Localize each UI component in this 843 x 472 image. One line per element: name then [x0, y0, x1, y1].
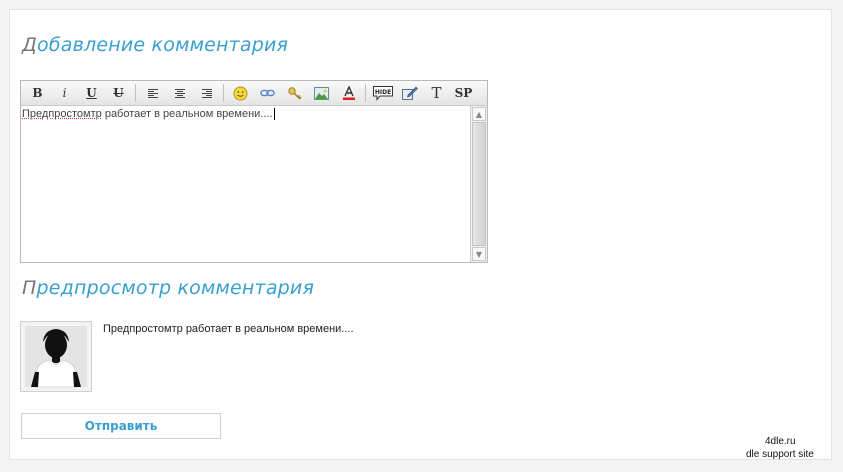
italic-button[interactable]: i: [51, 82, 78, 104]
submit-button[interactable]: Отправить: [21, 413, 221, 439]
hide-button[interactable]: HIDE: [369, 82, 396, 104]
toolbar-divider: [365, 84, 366, 102]
text-color-icon: [342, 86, 355, 100]
strikethrough-button[interactable]: U: [105, 82, 132, 104]
scroll-up-arrow-icon[interactable]: ▲: [472, 107, 486, 121]
text-caret: [273, 108, 275, 121]
align-right-button[interactable]: [193, 82, 220, 104]
text-color-button[interactable]: [335, 82, 362, 104]
svg-text:HIDE: HIDE: [374, 89, 390, 96]
smiley-icon: [233, 86, 248, 100]
align-right-icon: [201, 88, 212, 98]
underline-button[interactable]: U: [78, 82, 105, 104]
link-icon: [260, 89, 275, 97]
add-comment-heading: Добавление комментария: [22, 34, 289, 56]
link-button[interactable]: [254, 82, 281, 104]
smiley-button[interactable]: [227, 82, 254, 104]
comment-textarea[interactable]: Предпростомтр работает в реальном времен…: [21, 106, 470, 262]
watermark-tagline: dle support site: [746, 449, 814, 460]
toolbar-divider: [135, 84, 136, 102]
preview-heading: Предпросмотр комментария: [22, 277, 315, 299]
comment-editor: B i U U HIDE T SP Предпростомтр работает…: [20, 80, 488, 263]
align-center-button[interactable]: [166, 82, 193, 104]
pencil-note-icon: [401, 86, 418, 100]
preview-text: Предпростомтр работает в реальном времен…: [103, 323, 354, 335]
toolbar-divider: [223, 84, 224, 102]
align-left-button[interactable]: [139, 82, 166, 104]
avatar-silhouette-icon: [21, 322, 91, 391]
bold-button[interactable]: B: [24, 82, 51, 104]
code-button[interactable]: [281, 82, 308, 104]
key-icon: [288, 86, 302, 100]
scroll-down-arrow-icon[interactable]: ▼: [472, 247, 486, 261]
align-left-icon: [147, 88, 158, 98]
image-button[interactable]: [308, 82, 335, 104]
editor-toolbar: B i U U HIDE T SP: [21, 81, 487, 106]
editor-scrollbar[interactable]: ▲ ▼: [470, 106, 487, 262]
spoiler-button[interactable]: SP: [450, 82, 477, 104]
align-center-icon: [174, 88, 185, 98]
hide-icon: HIDE: [372, 86, 393, 101]
watermark-site: 4dle.ru: [765, 436, 796, 447]
avatar: [20, 321, 92, 392]
image-icon: [314, 86, 329, 100]
scrollbar-thumb[interactable]: [472, 122, 486, 246]
quote-button[interactable]: [396, 82, 423, 104]
text-format-button[interactable]: T: [423, 82, 450, 104]
